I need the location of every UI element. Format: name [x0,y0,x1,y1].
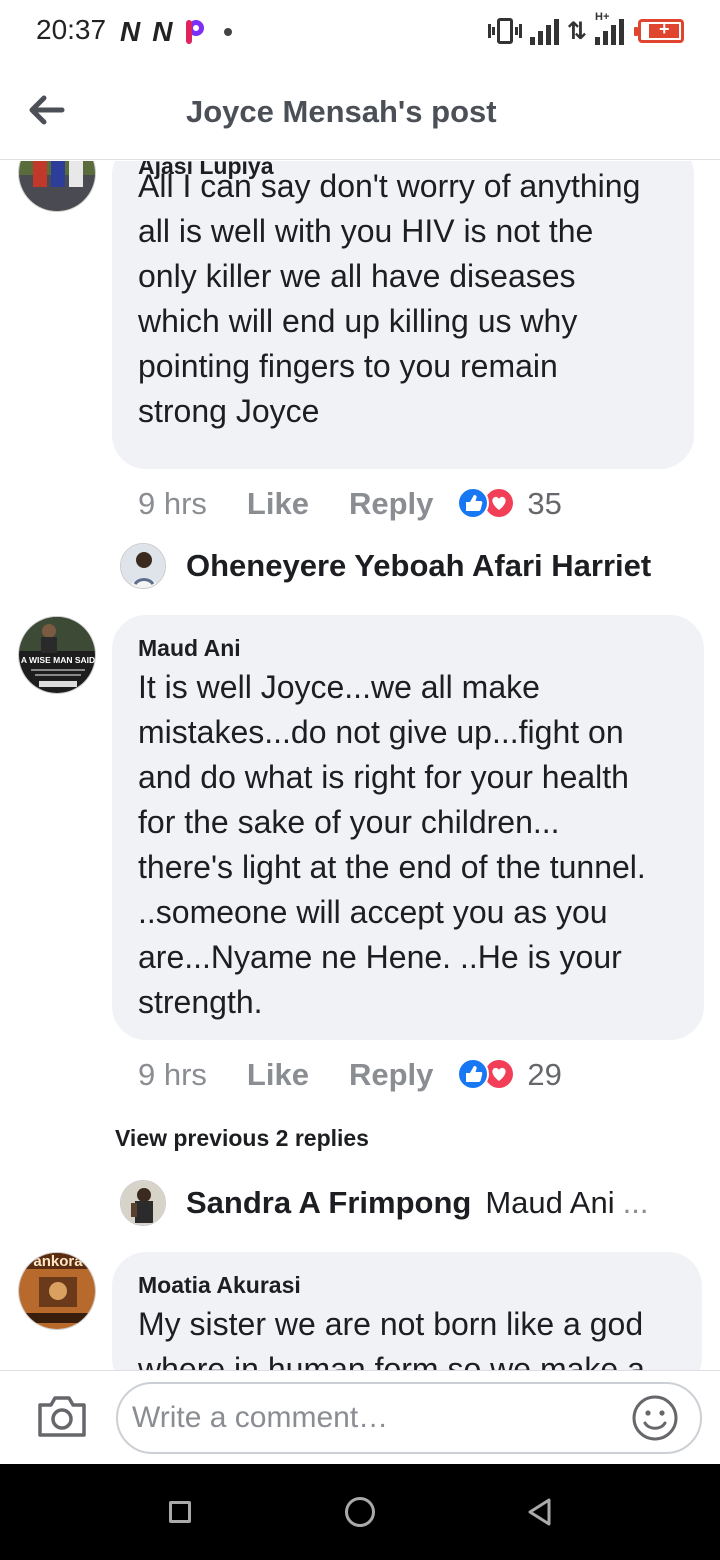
netflix-n-icon: N [152,16,172,47]
svg-text:ankora: ankora [33,1253,83,1270]
status-notification-icons: N N [120,16,233,48]
avatar[interactable]: ankora [18,1252,96,1330]
vibrate-icon [487,16,522,46]
avatar [120,1180,166,1226]
avatar[interactable]: A WISE MAN SAID [18,616,96,694]
netflix-n-icon: N [120,16,140,47]
smiley-icon [632,1395,678,1441]
reply-preview[interactable]: Sandra A Frimpong Maud Ani ... [120,1180,648,1226]
reply-snippet: Maud Ani [485,1185,615,1220]
view-previous-replies-link[interactable]: View previous 2 replies [115,1125,369,1152]
post-header: Joyce Mensah's post [0,64,720,160]
like-reaction-icon [457,487,490,519]
status-time: 20:37 [36,14,107,45]
like-button[interactable]: Like [247,486,309,522]
camera-button[interactable] [36,1393,88,1439]
comment-author[interactable]: Moatia Akurasi [138,1272,301,1299]
recents-square-icon[interactable] [169,1501,191,1523]
reply-ellipsis: ... [622,1185,649,1220]
battery-charging-icon: + [634,19,684,43]
comment-time[interactable]: 9 hrs [138,486,207,522]
back-button[interactable] [22,86,74,134]
reply-author[interactable]: Sandra A Frimpong [186,1185,471,1221]
status-system-icons: ⇅ H+ + [487,11,684,46]
comment-bubble[interactable]: Moatia Akurasi My sister we are not born… [112,1252,702,1370]
back-triangle-icon[interactable] [525,1497,555,1527]
comment-time[interactable]: 9 hrs [138,1057,207,1093]
data-arrows-icon: ⇅ [566,17,587,45]
comments-list[interactable]: Ajasi Lupiya All I can say don't worry o… [0,161,720,1370]
comment-bubble[interactable]: Maud Ani It is well Joyce...we all make … [112,615,704,1040]
avatar[interactable] [18,161,96,212]
arrow-left-icon [29,95,65,125]
home-circle-icon[interactable] [345,1497,375,1527]
comment-bubble[interactable]: Ajasi Lupiya All I can say don't worry o… [112,161,694,469]
like-reaction-icon [457,1058,490,1090]
comment-composer [0,1370,720,1464]
reactions[interactable] [457,487,517,521]
picsart-p-icon [184,18,206,46]
reply-button[interactable]: Reply [349,1057,433,1093]
reply-button[interactable]: Reply [349,486,433,522]
status-bar: 20:37 N N ⇅ H+ + [0,0,720,64]
reaction-count[interactable]: 29 [527,1057,561,1093]
reply-author[interactable]: Oheneyere Yeboah Afari Harriet [186,548,651,584]
comment-author[interactable]: Maud Ani [138,635,241,662]
signal-icon [529,17,559,45]
avatar [120,543,166,589]
comment-text: All I can say don't worry of anything al… [138,168,641,429]
comment-text: My sister we are not born like a god whe… [138,1306,645,1370]
page-title: Joyce Mensah's post [186,94,497,129]
comment-text: It is well Joyce...we all make mistakes.… [138,669,646,1020]
signal-hplus-icon: H+ [595,11,624,45]
notification-dot-icon [224,28,233,36]
reactions[interactable] [457,1058,517,1092]
emoji-button[interactable] [630,1393,680,1443]
reply-preview[interactable]: Oheneyere Yeboah Afari Harriet [120,543,665,589]
comment-meta: 9 hrs Like Reply 29 [138,1057,562,1093]
comment-meta: 9 hrs Like Reply 35 [138,486,562,522]
reaction-count[interactable]: 35 [527,486,561,522]
like-button[interactable]: Like [247,1057,309,1093]
android-nav-bar [0,1464,720,1560]
svg-text:A WISE MAN SAID: A WISE MAN SAID [21,655,95,665]
camera-icon [38,1396,86,1437]
comment-input[interactable] [116,1382,702,1454]
